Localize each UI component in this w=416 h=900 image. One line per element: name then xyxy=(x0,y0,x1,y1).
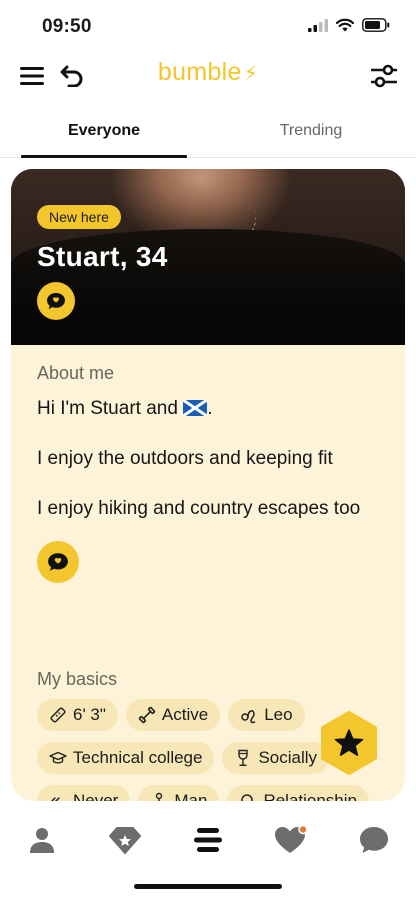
graduation-cap-icon xyxy=(49,751,67,764)
battery-icon xyxy=(362,18,390,37)
bio-line-1-end: . xyxy=(207,398,213,419)
chip-smoking-label: Never xyxy=(73,791,119,801)
scotland-flag-icon xyxy=(183,400,208,416)
notification-dot xyxy=(298,825,308,835)
feed-tabs: Everyone Trending xyxy=(0,112,416,158)
profile-photo[interactable]: New here Stuart, 34 xyxy=(11,169,405,345)
chip-smoking: Never xyxy=(37,785,131,801)
nav-chats[interactable] xyxy=(354,820,394,860)
chat-bubble-icon xyxy=(47,293,65,309)
lightning-bolt-icon: ⚡︎ xyxy=(243,63,259,85)
heart-icon xyxy=(275,825,308,853)
status-icons xyxy=(308,18,390,37)
chip-gender: Man xyxy=(138,785,220,801)
bio-line-1: Hi I'm Stuart and xyxy=(37,398,178,419)
nav-liked-you[interactable] xyxy=(271,820,311,860)
tab-trending[interactable]: Trending xyxy=(228,122,394,140)
person-icon xyxy=(30,828,54,853)
compliment-bio-button[interactable] xyxy=(37,541,79,583)
chip-zodiac-label: Leo xyxy=(264,705,293,724)
cellular-signal-icon xyxy=(308,18,328,37)
nav-profile[interactable] xyxy=(22,820,62,860)
ruler-icon xyxy=(50,707,66,723)
chip-exercise: Active xyxy=(125,699,221,731)
bottom-navigation xyxy=(0,812,416,866)
filters-button[interactable] xyxy=(368,60,400,92)
person-icon xyxy=(156,792,163,801)
chip-drinking-label: Socially xyxy=(258,748,318,767)
chip-gender-label: Man xyxy=(174,791,208,801)
filter-sliders-icon xyxy=(371,64,397,88)
zodiac-icon xyxy=(241,710,256,724)
chip-looking-for: Relationship xyxy=(227,785,369,801)
active-tab-indicator xyxy=(21,155,187,158)
dumbbell-icon xyxy=(138,706,156,724)
chip-height: 6' 3" xyxy=(37,699,118,731)
chip-exercise-label: Active xyxy=(161,705,209,724)
chip-drinking: Socially xyxy=(222,742,330,774)
bio-text: Hi I'm Stuart and . I enjoy the outdoors… xyxy=(37,396,387,521)
smoking-icon xyxy=(50,797,60,801)
chat-icon xyxy=(360,827,388,853)
diamond-icon xyxy=(109,827,141,854)
compliment-button[interactable] xyxy=(37,282,75,320)
chip-height-label: 6' 3" xyxy=(73,705,106,724)
chip-education: Technical college xyxy=(37,742,215,774)
status-bar: 09:50 xyxy=(0,0,416,54)
basics-heading: My basics xyxy=(37,669,118,689)
nav-discover[interactable] xyxy=(105,820,145,860)
status-time: 09:50 xyxy=(42,16,92,37)
about-section: About me Hi I'm Stuart and . I enjoy the… xyxy=(37,363,387,583)
logo-text: bumble xyxy=(157,58,242,86)
bio-line-3: I enjoy hiking and country escapes too xyxy=(37,498,361,519)
home-indicator xyxy=(134,884,282,889)
wine-glass-icon xyxy=(238,749,249,766)
top-navigation: bumble ⚡︎ xyxy=(0,54,416,98)
wifi-icon xyxy=(335,18,355,37)
bumble-logo: bumble ⚡︎ xyxy=(0,58,416,87)
nav-people[interactable] xyxy=(188,820,228,860)
bio-line-2: I enjoy the outdoors and keeping fit xyxy=(37,448,333,469)
profile-name-age: Stuart, 34 xyxy=(37,241,168,272)
stack-icon xyxy=(194,828,222,852)
new-here-badge: New here xyxy=(37,205,121,229)
tab-everyone[interactable]: Everyone xyxy=(21,122,187,140)
chip-looking-for-label: Relationship xyxy=(263,791,357,801)
chat-bubble-icon xyxy=(48,553,68,571)
profile-card[interactable]: New here Stuart, 34 About me Hi I'm Stua… xyxy=(11,169,405,801)
search-icon xyxy=(241,794,254,801)
chip-education-label: Technical college xyxy=(73,748,203,767)
chip-zodiac: Leo xyxy=(228,699,305,731)
about-heading: About me xyxy=(37,363,115,383)
superswipe-button[interactable] xyxy=(318,710,380,776)
